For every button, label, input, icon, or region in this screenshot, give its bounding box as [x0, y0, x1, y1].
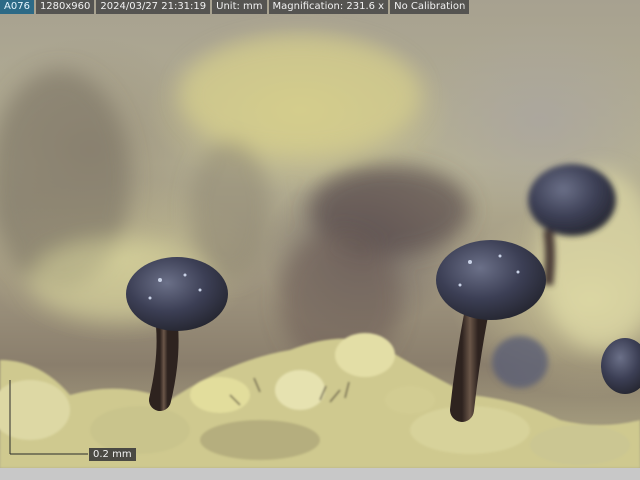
specimen-image [0, 35, 640, 468]
magnification-readout: Magnification: 231.6 x [268, 0, 389, 14]
image-id-badge: A076 [0, 0, 34, 14]
calibration-status: No Calibration [390, 0, 470, 14]
bottom-strip [0, 468, 640, 480]
resolution-readout: 1280x960 [35, 0, 95, 14]
unit-readout: Unit: mm [212, 0, 267, 14]
datetime-readout: 2024/03/27 21:31:19 [96, 0, 211, 14]
microscope-image-view[interactable]: A076 1280x960 2024/03/27 21:31:19 Unit: … [0, 0, 640, 468]
scale-bar-label: 0.2 mm [89, 448, 136, 461]
status-bar: A076 1280x960 2024/03/27 21:31:19 Unit: … [0, 0, 470, 14]
